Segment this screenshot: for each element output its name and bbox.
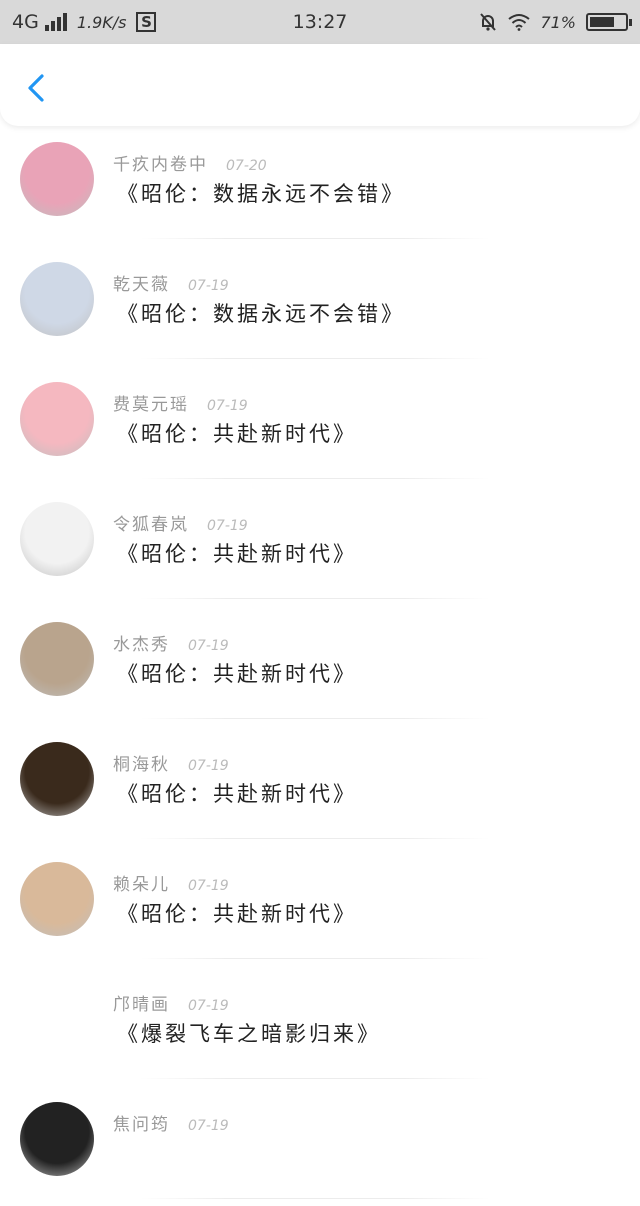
comment-item[interactable]: 乾天薇 07-19 《昭伦：数据永远不会错》 (0, 246, 640, 366)
mute-bell-icon (480, 13, 497, 31)
divider (140, 1078, 490, 1079)
comment-meta: 乾天薇 07-19 (113, 270, 229, 295)
divider (140, 598, 490, 599)
comment-meta: 费莫元瑶 07-19 (113, 390, 248, 415)
comment-text: 《昭伦：共赴新时代》 (117, 902, 357, 926)
username[interactable]: 水杰秀 (113, 630, 170, 655)
comment-date: 07-19 (188, 758, 229, 774)
wifi-icon (508, 14, 531, 31)
comment-meta: 令狐春岚 07-19 (113, 510, 248, 535)
divider (140, 358, 490, 359)
nav-bar (0, 44, 640, 126)
battery-percent: 71% (540, 12, 576, 32)
comment-meta: 邝晴画 07-19 (113, 990, 229, 1015)
divider (140, 238, 490, 239)
comment-item[interactable]: 焦问筠 07-19 (0, 1086, 640, 1206)
divider (140, 1198, 490, 1199)
username[interactable]: 千疚内卷中 (113, 150, 208, 175)
username[interactable]: 桐海秋 (113, 750, 170, 775)
comment-item[interactable]: 邝晴画 07-19 《爆裂飞车之暗影归来》 (0, 966, 640, 1086)
divider (140, 478, 490, 479)
comment-text: 《昭伦：共赴新时代》 (117, 422, 357, 446)
comment-item[interactable]: 费莫元瑶 07-19 《昭伦：共赴新时代》 (0, 366, 640, 486)
status-bar: 4G 1.9K/s S 13:27 71% (0, 0, 640, 44)
battery-fill (590, 17, 615, 27)
comment-meta: 千疚内卷中 07-20 (113, 150, 267, 175)
comment-item[interactable]: 令狐春岚 07-19 《昭伦：共赴新时代》 (0, 486, 640, 606)
comment-date: 07-19 (207, 398, 248, 414)
avatar[interactable] (20, 622, 94, 696)
username[interactable]: 赖朵儿 (113, 870, 170, 895)
status-right: 71% (478, 0, 632, 44)
comment-text: 《昭伦：共赴新时代》 (117, 782, 357, 806)
username[interactable]: 邝晴画 (113, 990, 170, 1015)
comment-item[interactable]: 桐海秋 07-19 《昭伦：共赴新时代》 (0, 726, 640, 846)
comment-date: 07-19 (188, 998, 229, 1014)
comment-date: 07-20 (226, 158, 267, 174)
avatar[interactable] (20, 382, 94, 456)
comment-text: 《爆裂飞车之暗影归来》 (117, 1022, 381, 1046)
avatar[interactable] (20, 862, 94, 936)
chevron-left-icon (28, 74, 44, 102)
back-button[interactable] (18, 66, 58, 106)
comment-date: 07-19 (188, 278, 229, 294)
comment-meta: 赖朵儿 07-19 (113, 870, 229, 895)
comment-date: 07-19 (188, 878, 229, 894)
username[interactable]: 乾天薇 (113, 270, 170, 295)
comment-text: 《昭伦：共赴新时代》 (117, 662, 357, 686)
comment-meta: 焦问筠 07-19 (113, 1110, 229, 1135)
divider (140, 838, 490, 839)
comment-text: 《昭伦：共赴新时代》 (117, 542, 357, 566)
avatar[interactable] (20, 742, 94, 816)
comment-meta: 水杰秀 07-19 (113, 630, 229, 655)
comment-item[interactable]: 水杰秀 07-19 《昭伦：共赴新时代》 (0, 606, 640, 726)
comment-list: 千疚内卷中 07-20 《昭伦：数据永远不会错》 乾天薇 07-19 《昭伦：数据永远不会… (0, 126, 640, 1206)
username[interactable]: 焦问筠 (113, 1110, 170, 1135)
divider (140, 958, 490, 959)
avatar[interactable] (20, 1102, 94, 1176)
comment-item[interactable]: 赖朵儿 07-19 《昭伦：共赴新时代》 (0, 846, 640, 966)
comment-date: 07-19 (188, 1118, 229, 1134)
avatar[interactable] (20, 262, 94, 336)
comment-item[interactable]: 千疚内卷中 07-20 《昭伦：数据永远不会错》 (0, 126, 640, 246)
username[interactable]: 令狐春岚 (113, 510, 189, 535)
comment-meta: 桐海秋 07-19 (113, 750, 229, 775)
avatar[interactable] (20, 982, 94, 1056)
username[interactable]: 费莫元瑶 (113, 390, 189, 415)
battery-icon (586, 13, 632, 31)
comment-text: 《昭伦：数据永远不会错》 (117, 302, 405, 326)
divider (140, 718, 490, 719)
avatar[interactable] (20, 142, 94, 216)
comment-date: 07-19 (207, 518, 248, 534)
comment-date: 07-19 (188, 638, 229, 654)
avatar[interactable] (20, 502, 94, 576)
comment-text: 《昭伦：数据永远不会错》 (117, 182, 405, 206)
